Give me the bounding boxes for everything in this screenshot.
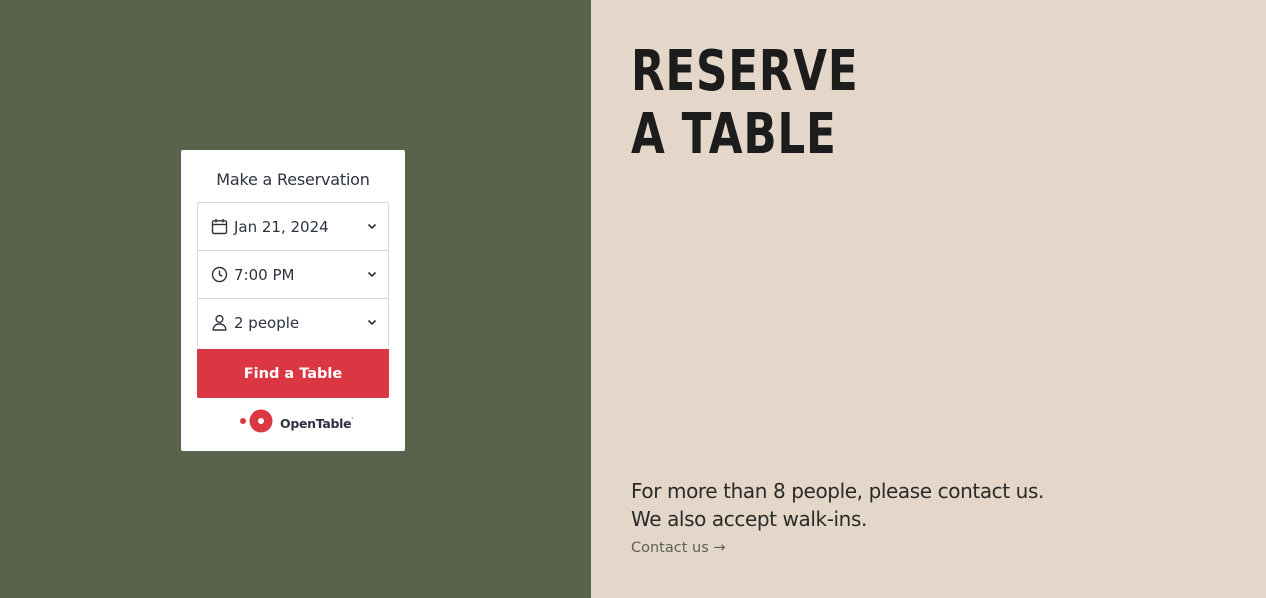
chevron-down-icon xyxy=(366,269,378,281)
contact-us-link[interactable]: Contact us → xyxy=(631,540,726,556)
left-panel: Make a Reservation Jan 21, 2024 7:00 PM xyxy=(0,0,591,598)
clock-icon xyxy=(210,266,228,284)
opentable-wordmark: OpenTable xyxy=(280,415,352,431)
time-select[interactable]: 7:00 PM xyxy=(197,250,389,298)
date-value: Jan 21, 2024 xyxy=(234,217,329,236)
date-select[interactable]: Jan 21, 2024 xyxy=(197,202,389,250)
reservation-fields: Jan 21, 2024 7:00 PM 2 people xyxy=(197,202,389,346)
large-party-note: For more than 8 people, please contact u… xyxy=(631,477,1044,533)
opentable-logo-icon xyxy=(239,409,275,438)
opentable-name: OpenTable· xyxy=(280,416,353,431)
chevron-down-icon xyxy=(366,221,378,233)
note-line-2: We also accept walk-ins. xyxy=(631,507,867,531)
note-line-1: For more than 8 people, please contact u… xyxy=(631,479,1044,503)
reservation-widget: Make a Reservation Jan 21, 2024 7:00 PM xyxy=(181,150,405,451)
time-value: 7:00 PM xyxy=(234,265,295,284)
headline-line-1: RESERVE xyxy=(631,39,859,104)
party-size-value: 2 people xyxy=(234,313,300,332)
opentable-logo[interactable]: OpenTable· xyxy=(239,409,353,438)
chevron-down-icon xyxy=(366,317,378,329)
calendar-icon xyxy=(210,218,228,236)
trademark-mark: · xyxy=(351,415,353,422)
person-icon xyxy=(210,314,228,332)
find-table-button[interactable]: Find a Table xyxy=(197,349,389,398)
page-headline: RESERVE A TABLE xyxy=(631,40,859,166)
widget-title: Make a Reservation xyxy=(216,170,370,189)
party-size-select[interactable]: 2 people xyxy=(197,298,389,346)
headline-line-2: A TABLE xyxy=(631,102,837,167)
